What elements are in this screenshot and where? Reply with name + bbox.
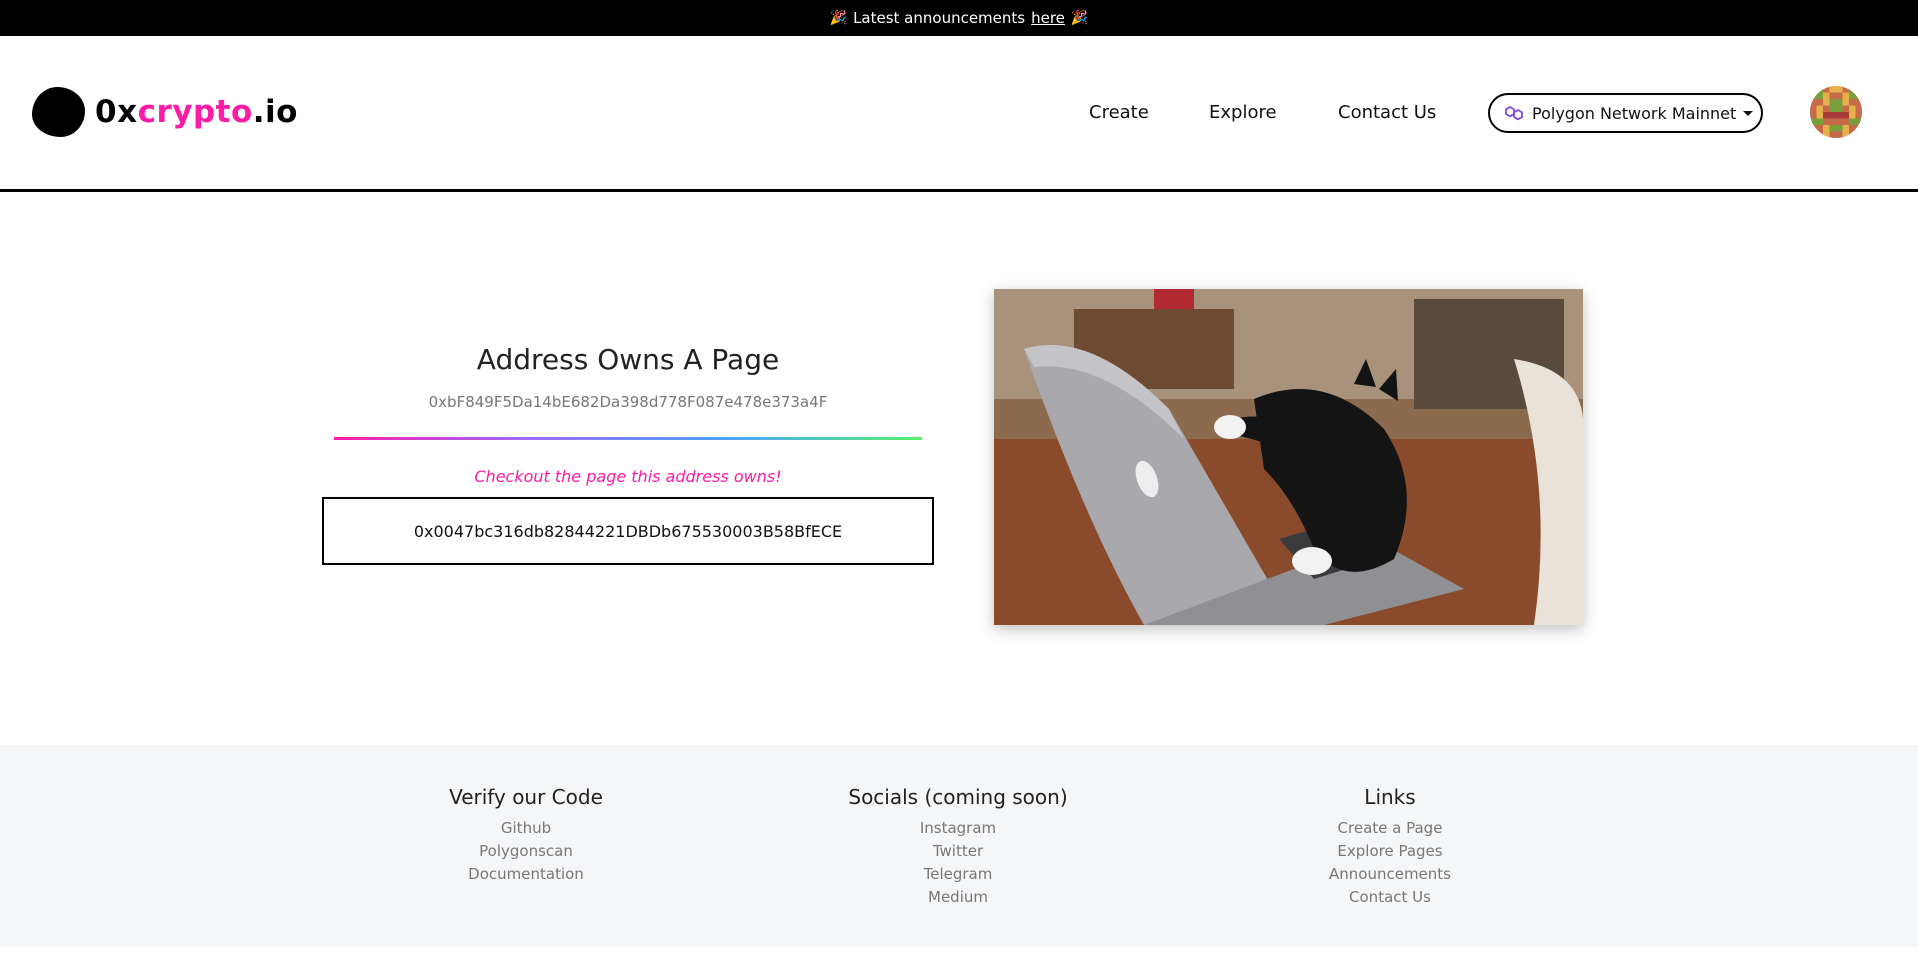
identicon-avatar-icon bbox=[1810, 86, 1862, 138]
announcement-text: Latest announcements bbox=[853, 9, 1026, 27]
user-avatar[interactable] bbox=[1810, 86, 1862, 138]
announcement-bar: 🎉 Latest announcements here 🎉 bbox=[0, 0, 1918, 36]
owner-address: 0xbF849F5Da14bE682Da398d778F087e478e373a… bbox=[428, 393, 828, 411]
brand-logo[interactable]: 0xcrypto.io bbox=[32, 87, 298, 137]
gradient-divider bbox=[334, 437, 922, 440]
footer-heading: Verify our Code bbox=[449, 785, 603, 809]
footer-column-socials: Socials (coming soon) Instagram Twitter … bbox=[808, 785, 1108, 909]
party-popper-icon: 🎉 bbox=[829, 10, 848, 26]
cat-laptop-image bbox=[994, 289, 1583, 625]
footer-link-create-page[interactable]: Create a Page bbox=[1240, 817, 1540, 840]
footer-link-twitter[interactable]: Twitter bbox=[808, 840, 1108, 863]
nav-contact-link[interactable]: Contact Us bbox=[1338, 102, 1436, 123]
announcement-link[interactable]: here bbox=[1031, 9, 1065, 27]
brand-suffix: .io bbox=[252, 94, 298, 130]
caret-down-icon bbox=[1743, 110, 1754, 116]
nav-explore-link[interactable]: Explore bbox=[1209, 102, 1277, 123]
network-dropdown-button[interactable]: Polygon Network Mainnet bbox=[1488, 93, 1763, 133]
cat-typing-image bbox=[994, 289, 1583, 625]
footer-link-telegram[interactable]: Telegram bbox=[808, 863, 1108, 886]
brand-highlight: crypto bbox=[137, 94, 253, 130]
polygon-icon bbox=[1505, 106, 1523, 121]
footer-link-explore-pages[interactable]: Explore Pages bbox=[1240, 840, 1540, 863]
footer-link-instagram[interactable]: Instagram bbox=[808, 817, 1108, 840]
footer-link-announcements[interactable]: Announcements bbox=[1240, 863, 1540, 886]
brand-name: 0xcrypto.io bbox=[95, 94, 298, 130]
network-label: Polygon Network Mainnet bbox=[1532, 103, 1737, 123]
footer-heading: Socials (coming soon) bbox=[848, 785, 1068, 809]
navbar: 0xcrypto.io Create Explore Contact Us Po… bbox=[0, 36, 1918, 192]
footer-column-verify: Verify our Code Github Polygonscan Docum… bbox=[376, 785, 676, 886]
footer-link-contact-us[interactable]: Contact Us bbox=[1240, 886, 1540, 909]
footer-link-documentation[interactable]: Documentation bbox=[376, 863, 676, 886]
page-title: Address Owns A Page bbox=[476, 343, 780, 376]
footer-heading: Links bbox=[1364, 785, 1416, 809]
footer-link-medium[interactable]: Medium bbox=[808, 886, 1108, 909]
brand-prefix: 0x bbox=[95, 94, 138, 130]
nav-create-link[interactable]: Create bbox=[1089, 102, 1149, 123]
party-popper-icon: 🎉 bbox=[1070, 10, 1089, 26]
footer-link-github[interactable]: Github bbox=[376, 817, 676, 840]
logo-blob-icon bbox=[32, 87, 85, 137]
footer: Verify our Code Github Polygonscan Docum… bbox=[0, 745, 1918, 947]
checkout-prompt: Checkout the page this address owns! bbox=[474, 467, 782, 486]
footer-link-polygonscan[interactable]: Polygonscan bbox=[376, 840, 676, 863]
owned-page-address-button[interactable]: 0x0047bc316db82844221DBDb675530003B58BfE… bbox=[322, 497, 934, 565]
footer-column-links: Links Create a Page Explore Pages Announ… bbox=[1240, 785, 1540, 909]
